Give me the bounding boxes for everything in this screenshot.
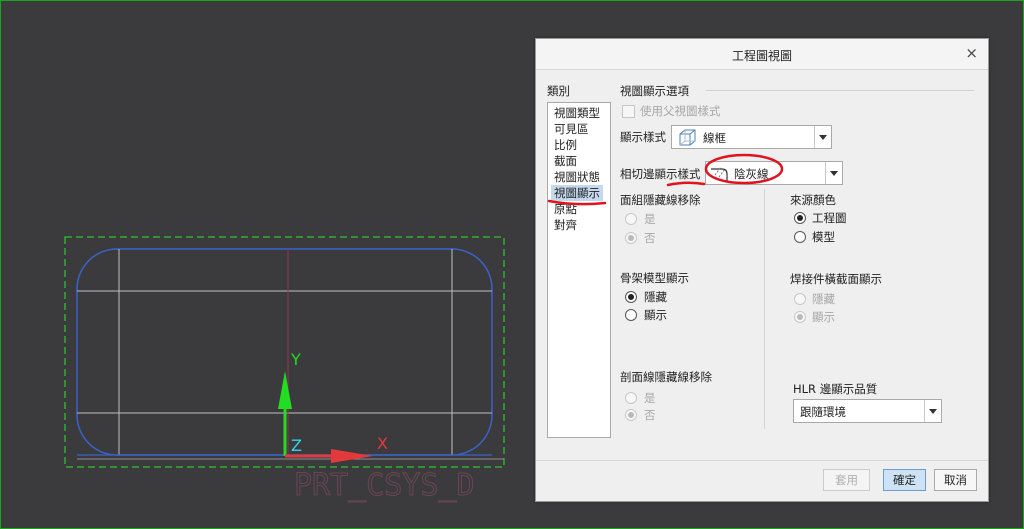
drawing-view-dialog[interactable]: 工程圖視圖 × 類別 視圖類型 可見區 比例 截面 視圖狀態 視圖顯示 原點 對… <box>535 38 989 502</box>
face-hidden-yes-label: 是 <box>644 212 656 226</box>
source-color-drawing-label: 工程圖 <box>812 211 847 225</box>
display-style-label: 顯示樣式 <box>620 130 666 144</box>
category-item-sections[interactable]: 截面 <box>551 153 580 169</box>
weld-section-title: 焊接件橫截面顯示 <box>790 272 882 286</box>
skeleton-show-label: 顯示 <box>644 308 667 322</box>
category-item-view-type[interactable]: 視圖類型 <box>551 105 603 121</box>
tangent-edge-value: 陰灰線 <box>734 167 769 181</box>
use-parent-style-label: 使用父視圖樣式 <box>640 104 721 118</box>
weld-show-label: 顯示 <box>812 310 835 324</box>
hlr-quality-label: HLR 邊顯示品質 <box>793 382 878 396</box>
source-color-model-radio[interactable] <box>794 231 806 243</box>
section-hidden-removal-title: 剖面線隱藏線移除 <box>620 370 712 384</box>
source-color-title: 來源顏色 <box>790 193 836 207</box>
z-axis-label: Z <box>291 436 302 455</box>
source-color-drawing-radio[interactable] <box>794 212 806 224</box>
use-parent-style-checkbox[interactable] <box>622 105 635 118</box>
weld-hide-radio[interactable] <box>794 293 806 305</box>
skeleton-show-radio[interactable] <box>625 309 637 321</box>
apply-button[interactable]: 套用 <box>823 469 870 491</box>
chevron-down-icon[interactable] <box>825 162 842 184</box>
section-hidden-no-label: 否 <box>644 408 656 422</box>
options-title: 視圖顯示選項 <box>620 84 689 98</box>
csys-label: PRT_CSYS_D <box>294 468 475 503</box>
x-axis-arrow <box>331 449 373 463</box>
y-axis-label: Y <box>290 350 301 369</box>
category-item-view-display[interactable]: 視圖顯示 <box>551 185 603 201</box>
category-item-alignment[interactable]: 對齊 <box>551 217 580 233</box>
ok-button[interactable]: 確定 <box>883 469 926 491</box>
display-style-dropdown[interactable]: 線框 <box>671 125 832 149</box>
dialog-titlebar[interactable]: 工程圖視圖 × <box>536 39 988 70</box>
category-item-view-states[interactable]: 視圖狀態 <box>551 169 603 185</box>
face-hidden-no-radio[interactable] <box>625 232 637 244</box>
category-list[interactable]: 視圖類型 可見區 比例 截面 視圖狀態 視圖顯示 原點 對齊 <box>547 102 611 438</box>
tangent-edge-label: 相切邊顯示樣式 <box>620 167 701 181</box>
face-hidden-yes-radio[interactable] <box>625 213 637 225</box>
section-hidden-yes-label: 是 <box>644 391 656 405</box>
chevron-down-icon[interactable] <box>814 126 831 148</box>
hlr-quality-dropdown[interactable]: 跟隨環境 <box>793 399 942 423</box>
close-icon[interactable]: × <box>965 45 978 61</box>
section-hidden-no-radio[interactable] <box>625 409 637 421</box>
source-color-model-label: 模型 <box>812 230 835 244</box>
y-axis-arrow <box>278 371 292 409</box>
options-divider <box>706 90 974 91</box>
skeleton-hide-radio[interactable] <box>625 291 637 303</box>
weld-show-radio[interactable] <box>794 311 806 323</box>
skeleton-display-title: 骨架模型顯示 <box>620 271 689 285</box>
tangent-edge-dropdown[interactable]: 陰灰線 <box>705 161 843 185</box>
display-style-value: 線框 <box>703 131 726 145</box>
hlr-quality-value: 跟隨環境 <box>800 405 846 419</box>
chevron-down-icon[interactable] <box>924 400 941 422</box>
cancel-button[interactable]: 取消 <box>934 469 977 491</box>
skeleton-hide-label: 隱藏 <box>644 290 667 304</box>
face-hidden-removal-title: 面組隱藏線移除 <box>620 193 701 207</box>
category-item-scale[interactable]: 比例 <box>551 137 580 153</box>
footer-divider <box>536 460 988 461</box>
weld-hide-label: 隱藏 <box>812 292 835 306</box>
x-axis-label: X <box>377 434 388 453</box>
column-divider <box>764 189 765 429</box>
category-item-visible-area[interactable]: 可見區 <box>551 121 592 137</box>
wireframe-cube-icon <box>679 129 696 146</box>
face-hidden-no-label: 否 <box>644 231 656 245</box>
category-item-origin[interactable]: 原點 <box>551 201 580 217</box>
section-hidden-yes-radio[interactable] <box>625 392 637 404</box>
tangent-edge-icon <box>711 166 728 181</box>
dialog-title: 工程圖視圖 <box>731 49 792 63</box>
category-label: 類別 <box>547 84 570 98</box>
